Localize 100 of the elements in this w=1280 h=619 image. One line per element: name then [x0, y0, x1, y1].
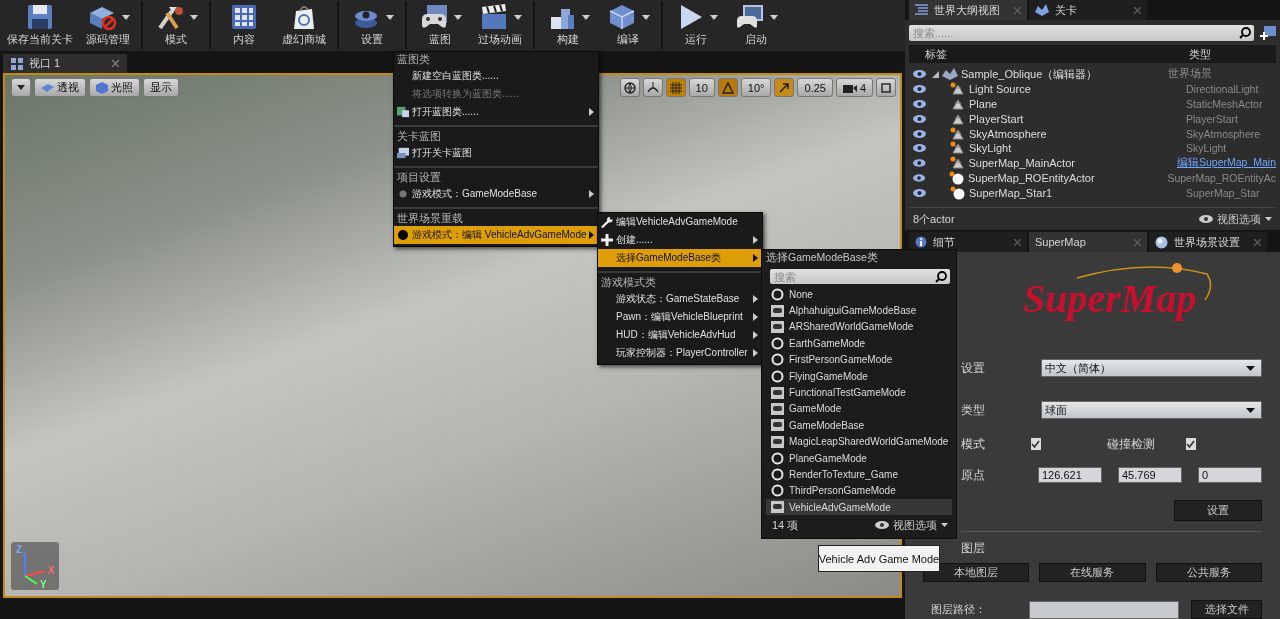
class-list-item[interactable]: FirstPersonGameMode: [766, 351, 952, 368]
language-dropdown[interactable]: 中文（简体）: [1041, 359, 1262, 377]
menu-item[interactable]: 编辑VehicleAdvGameMode: [598, 213, 762, 231]
panel-tab[interactable]: 关卡: [1029, 0, 1147, 20]
snap-value-button[interactable]: 10: [688, 78, 715, 97]
menu-item[interactable]: 创建......: [598, 231, 762, 249]
column-header[interactable]: 标签: [909, 46, 1183, 62]
layer-source-button[interactable]: 在线服务: [1039, 563, 1146, 582]
outliner-item[interactable]: PlayerStart: [969, 112, 1024, 125]
class-list-item[interactable]: RenderToTexture_Game: [766, 466, 952, 483]
type-cell: SuperMap_Star: [1186, 186, 1260, 199]
menu-item[interactable]: 游戏模式：GameModeBase: [394, 185, 598, 203]
outliner-item[interactable]: SuperMap_MainActor: [968, 157, 1075, 170]
class-list-item[interactable]: None: [766, 286, 952, 303]
toolbar-button[interactable]: 运行: [666, 0, 726, 51]
class-list-item[interactable]: GameMode: [766, 400, 952, 418]
type-cell: SuperMap_ROEntityAc: [1167, 171, 1276, 184]
view-options-button[interactable]: 视图选项: [1199, 211, 1272, 227]
panel-tab[interactable]: 细节: [909, 232, 1027, 252]
outliner-item[interactable]: SuperMap_Star1: [969, 186, 1053, 199]
menu-heading: 世界场景重载: [396, 211, 464, 226]
viewport-tab[interactable]: 视口 1: [3, 54, 127, 73]
outliner-item[interactable]: SuperMap_ROEntityActor: [968, 171, 1095, 184]
outliner-item[interactable]: Plane: [969, 98, 998, 110]
axis-gizmo-drawing: Z X Y: [11, 542, 59, 590]
toolbar-button[interactable]: 内容: [214, 0, 274, 51]
panel-tab[interactable]: 世界大纲视图: [909, 0, 1027, 20]
toolbar-button[interactable]: 虚幻商城: [274, 0, 334, 51]
coordinate-field[interactable]: 0: [1198, 467, 1262, 483]
search-field[interactable]: 搜索......: [909, 25, 1254, 41]
choose-file-button[interactable]: 选择文件: [1191, 600, 1262, 619]
panel-tab[interactable]: SuperMap: [1029, 232, 1147, 252]
menu-heading: 关卡蓝图: [396, 129, 442, 144]
class-list-item[interactable]: AlphahuiguiGameModeBase: [766, 302, 952, 319]
class-list-item[interactable]: EarthGameMode: [766, 335, 952, 352]
type-cell: StaticMeshActor: [1186, 98, 1263, 110]
toolbar-button[interactable]: 编译: [598, 0, 658, 51]
menu-heading: 蓝图类: [396, 52, 431, 67]
menu-item[interactable]: Pawn：编辑VehicleBlueprint: [598, 308, 762, 326]
menu-item[interactable]: 游戏模式：编辑 VehicleAdvGameMode: [394, 226, 598, 244]
show-button[interactable]: 显示: [143, 78, 179, 97]
outliner-item[interactable]: SkyLight: [969, 142, 1012, 155]
logo: SuperMap: [1016, 260, 1217, 324]
menu-item[interactable]: 选择GameModeBase类: [598, 249, 762, 267]
menu-item[interactable]: HUD：编辑VehicleAdvHud: [598, 326, 762, 344]
layer-source-button[interactable]: 本地图层: [923, 563, 1030, 582]
field-label: 设置: [961, 359, 986, 377]
lighting-button[interactable]: 光照: [89, 78, 140, 97]
tab-label: 关卡: [1055, 2, 1077, 18]
menu-item[interactable]: 打开蓝图类......: [394, 103, 598, 121]
menu-heading: 项目设置: [396, 170, 442, 185]
tab-label: SuperMap: [1035, 236, 1086, 248]
class-list-item[interactable]: GameModeBase: [766, 417, 952, 434]
layer-source-button[interactable]: 公共服务: [1155, 563, 1262, 582]
toolbar-button[interactable]: 保存当前关卡: [2, 0, 78, 51]
field-label: 类型: [961, 401, 986, 419]
item-count: 14 项: [772, 517, 799, 533]
search-field[interactable]: 搜索: [770, 269, 950, 284]
toolbar-button[interactable]: 蓝图: [410, 0, 470, 51]
type-cell: PlayerStart: [1186, 112, 1238, 125]
column-header[interactable]: 类型: [1183, 46, 1211, 62]
outliner-item[interactable]: Sample_Oblique（编辑器）: [961, 66, 1098, 82]
coordinate-field[interactable]: 45.769: [1118, 467, 1182, 483]
viewport-tab-label: 视口 1: [29, 56, 61, 71]
view-mode-button[interactable]: 透视: [34, 78, 86, 97]
class-list-item[interactable]: ARSharedWorldGameMode: [766, 318, 952, 336]
snap-value-button[interactable]: 10°: [740, 78, 772, 97]
field-label: 原点: [961, 466, 986, 484]
type-cell: 世界场景: [1168, 67, 1212, 82]
menu-item[interactable]: 玩家控制器：PlayerController: [598, 344, 762, 362]
class-list-item[interactable]: MagicLeapSharedWorldGameMode: [766, 433, 952, 450]
toolbar-button[interactable]: 过场动画: [470, 0, 530, 51]
menu-item[interactable]: 打开关卡蓝图: [394, 144, 598, 162]
set-button[interactable]: 设置: [1174, 500, 1262, 521]
toolbar-button[interactable]: 构建: [538, 0, 598, 51]
toolbar-button[interactable]: 启动: [726, 0, 786, 51]
type-cell: SkyLight: [1186, 142, 1227, 155]
toolbar-button[interactable]: 设置: [342, 0, 402, 51]
camera-speed-button[interactable]: 4: [835, 78, 873, 97]
type-link[interactable]: 编辑SuperMap_Main: [1176, 156, 1276, 171]
class-list-item[interactable]: VehicleAdvGameMode: [766, 499, 952, 516]
view-options-button[interactable]: 视图选项: [875, 517, 948, 533]
toolbar-button[interactable]: 源码管理: [78, 0, 138, 51]
class-list-item[interactable]: PlaneGameMode: [766, 449, 952, 467]
class-list-item[interactable]: FunctionalTestGameMode: [766, 384, 952, 401]
type-cell: DirectionalLight: [1186, 83, 1259, 96]
class-list-item[interactable]: ThirdPersonGameMode: [766, 482, 952, 500]
section-heading: 图层: [961, 540, 986, 557]
outliner-item[interactable]: SkyAtmosphere: [969, 127, 1047, 140]
menu-item[interactable]: 游戏状态：GameStateBase: [598, 290, 762, 308]
menu-heading: 游戏模式类: [600, 275, 657, 290]
toolbar-button[interactable]: 模式: [146, 0, 206, 51]
class-list-item[interactable]: FlyingGameMode: [766, 367, 952, 385]
snap-value-button[interactable]: 0.25: [797, 78, 833, 97]
field-label: 碰撞检测: [1107, 435, 1157, 453]
outliner-item[interactable]: Light Source: [969, 83, 1031, 96]
panel-tab[interactable]: 世界场景设置: [1149, 232, 1267, 252]
menu-item[interactable]: 新建空白蓝图类......: [394, 67, 598, 85]
coordinate-field[interactable]: 126.621: [1038, 467, 1102, 483]
type-dropdown[interactable]: 球面: [1041, 401, 1262, 419]
